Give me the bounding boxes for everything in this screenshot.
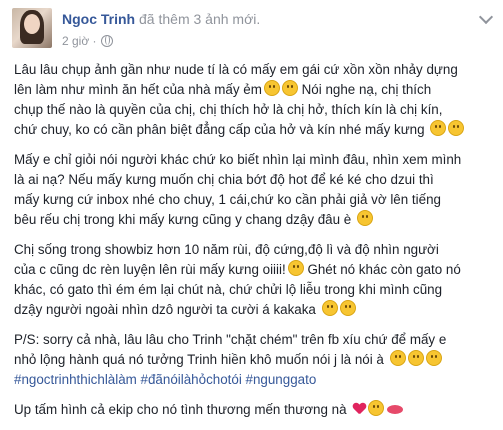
text-line: chụp thế nào là quyền của chị, chị thích…: [14, 102, 443, 117]
post-body: Lâu lâu chụp ảnh gần như nude tí là có m…: [14, 60, 496, 430]
post-time[interactable]: 2 giờ ·: [62, 34, 97, 48]
smile-emoji-icon: [389, 350, 406, 366]
text-line: P/S: sorry cả nhà, lâu lâu cho Trinh "ch…: [14, 332, 447, 347]
text-line: khác, có gato thì ém ém lại chút nà, chứ…: [14, 282, 443, 297]
paragraph-5: Up tấm hình cả ekip cho nó tình thương m…: [14, 400, 496, 420]
grin-emoji-icon: [339, 300, 356, 316]
paragraph-4: P/S: sorry cả nhà, lâu lâu cho Trinh "ch…: [14, 330, 496, 390]
smile-emoji-icon: [407, 350, 424, 366]
chevron-down-icon[interactable]: [478, 9, 494, 25]
hashtags[interactable]: #ngoctrinhthichlàlàm #đãnóilàhỏchotói #n…: [14, 370, 496, 390]
text-line: nhỏ lộng hành quá nó tưởng Trinh hiền kh…: [14, 350, 496, 370]
post-meta: 2 giờ ·: [62, 34, 113, 48]
laugh-emoji-icon: [430, 120, 447, 136]
post-action: đã thêm 3 ảnh mới.: [139, 11, 261, 27]
text-line: mấy kưng cứ inbox nhé cho chuy, 1 cái,ch…: [14, 192, 441, 207]
wink-emoji-icon: [448, 120, 465, 136]
avatar[interactable]: [12, 8, 52, 48]
post-card: Ngoc Trinh đã thêm 3 ảnh mới. 2 giờ · Lâ…: [0, 0, 503, 417]
grin-emoji-icon: [287, 260, 304, 276]
globe-icon[interactable]: [100, 35, 113, 47]
text-line: Up tấm hình cả ekip cho nó tình thương m…: [14, 400, 496, 420]
grin-emoji-icon: [321, 300, 338, 316]
kiss-emoji-icon: [368, 400, 385, 416]
post-header: Ngoc Trinh đã thêm 3 ảnh mới.: [62, 10, 260, 28]
text-line: chứ chuy, ko có cần phân biệt đẳng cấp c…: [14, 120, 496, 140]
text-line: Lâu lâu chụp ảnh gần như nude tí là có m…: [14, 62, 458, 77]
text-line: Chị sống trong showbiz hơn 10 năm rùi, đ…: [14, 242, 439, 257]
lips-icon: [387, 405, 404, 414]
paragraph-2: Mấy e chỉ giỏi nói người khác chứ ko biế…: [14, 150, 496, 230]
grin-emoji-icon: [281, 80, 298, 96]
grin-emoji-icon: [263, 80, 280, 96]
text-line: là ai nạ? Nếu mấy kưng muốn chị chia bớt…: [14, 172, 434, 187]
text-line: Mấy e chỉ giỏi nói người khác chứ ko biế…: [14, 152, 462, 167]
text-line: bêu rếu chị trong khi mấy kưng cũng y ch…: [14, 210, 496, 230]
smile-emoji-icon: [356, 210, 373, 226]
text-line: của c cũng dc rèn luyện lên rùi mấy kưng…: [14, 260, 461, 277]
heart-icon: [353, 403, 366, 416]
smile-emoji-icon: [425, 350, 442, 366]
author-name[interactable]: Ngoc Trinh: [62, 11, 135, 27]
paragraph-3: Chị sống trong showbiz hơn 10 năm rùi, đ…: [14, 240, 496, 320]
text-line: dzậy người ngoài nhìn dzô người ta cười …: [14, 300, 496, 320]
text-line: lên làm như mình ăn hết của nhà mấy ẻm N…: [14, 80, 432, 97]
paragraph-1: Lâu lâu chụp ảnh gần như nude tí là có m…: [14, 60, 496, 140]
